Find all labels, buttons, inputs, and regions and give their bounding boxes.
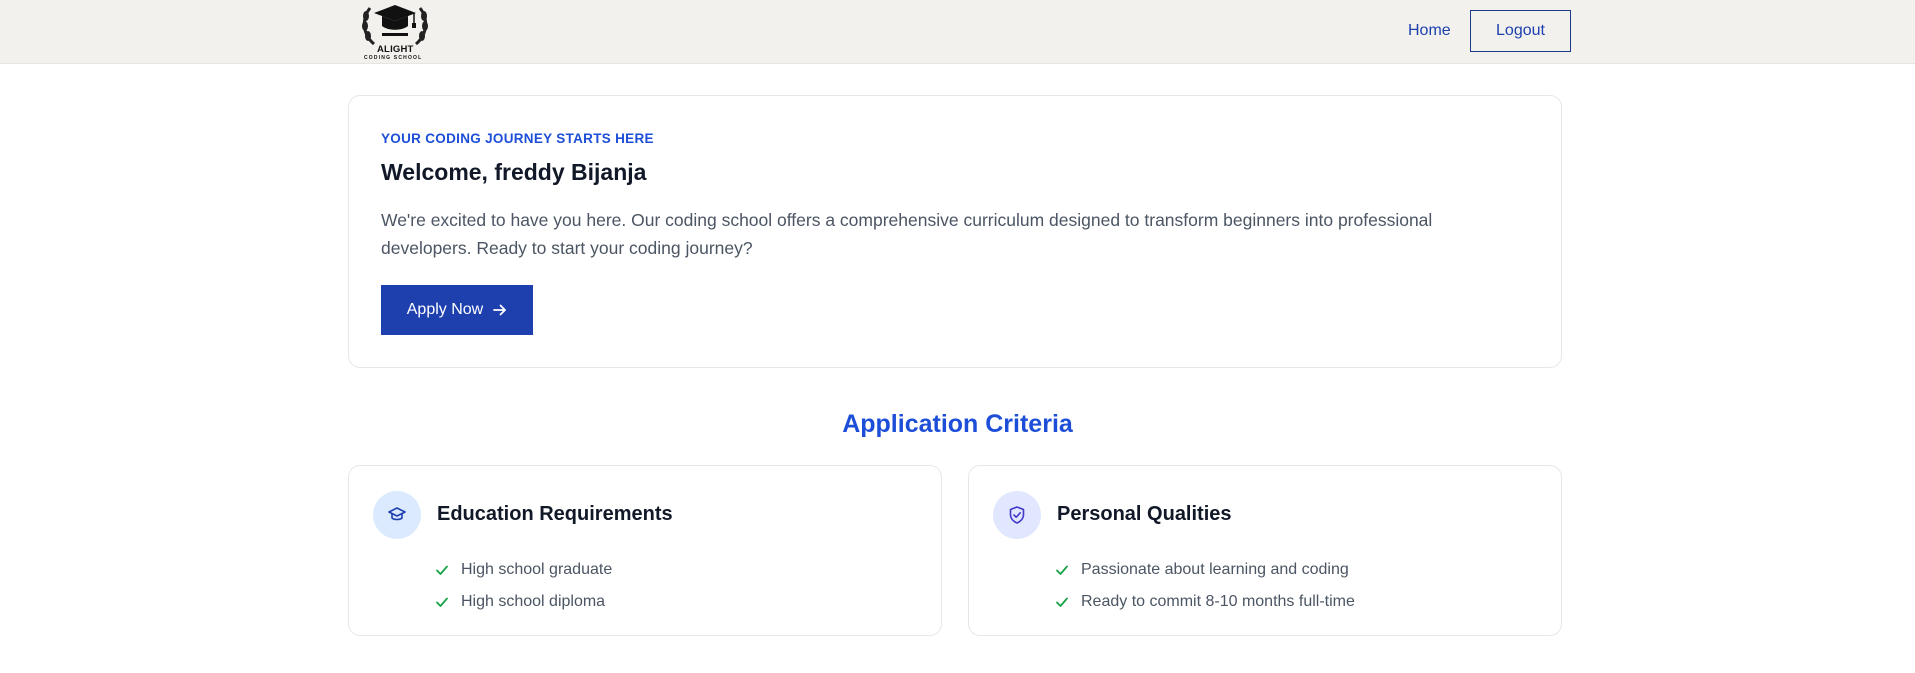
- logo-subtext: CODING SCHOOL: [364, 55, 423, 61]
- arrow-right-icon: [493, 303, 507, 317]
- checkmark-icon: [1053, 561, 1071, 579]
- welcome-card: YOUR CODING JOURNEY STARTS HERE Welcome,…: [348, 95, 1562, 368]
- card-title: Education Requirements: [437, 503, 673, 525]
- qualities-list: Passionate about learning and coding Rea…: [1053, 554, 1355, 618]
- checkmark-icon: [433, 593, 451, 611]
- welcome-heading: Welcome, freddy Bijanja: [381, 159, 647, 185]
- list-item-text: Ready to commit 8-10 months full-time: [1081, 593, 1355, 610]
- navbar: ALIGHT CODING SCHOOL Home Logout: [0, 0, 1915, 64]
- graduation-cap-icon: [373, 491, 421, 539]
- card-title: Personal Qualities: [1057, 503, 1232, 525]
- apply-now-button[interactable]: Apply Now: [381, 285, 533, 335]
- logout-button[interactable]: Logout: [1470, 10, 1571, 52]
- requirements-list: High school graduate High school diploma: [433, 554, 612, 618]
- list-item: Passionate about learning and coding: [1053, 554, 1355, 586]
- list-item: Ready to commit 8-10 months full-time: [1053, 586, 1355, 618]
- list-item-text: High school graduate: [461, 561, 613, 578]
- nav-home-link[interactable]: Home: [1396, 10, 1463, 52]
- checkmark-icon: [1053, 593, 1071, 611]
- shield-check-icon: [993, 491, 1041, 539]
- hero-eyebrow: YOUR CODING JOURNEY STARTS HERE: [381, 131, 654, 146]
- personal-qualities-card: Personal Qualities Passionate about lear…: [968, 465, 1562, 636]
- checkmark-icon: [433, 561, 451, 579]
- apply-now-label: Apply Now: [406, 301, 484, 318]
- logo-text: ALIGHT: [377, 44, 414, 55]
- school-logo[interactable]: ALIGHT CODING SCHOOL: [356, 0, 434, 64]
- list-item-text: High school diploma: [461, 593, 606, 610]
- list-item-text: Passionate about learning and coding: [1081, 561, 1349, 578]
- list-item: High school graduate: [433, 554, 612, 586]
- criteria-title: Application Criteria: [842, 410, 1073, 438]
- list-item: High school diploma: [433, 586, 612, 618]
- education-requirements-card: Education Requirements High school gradu…: [348, 465, 942, 636]
- intro-text: We're excited to have you here. Our codi…: [381, 210, 1433, 258]
